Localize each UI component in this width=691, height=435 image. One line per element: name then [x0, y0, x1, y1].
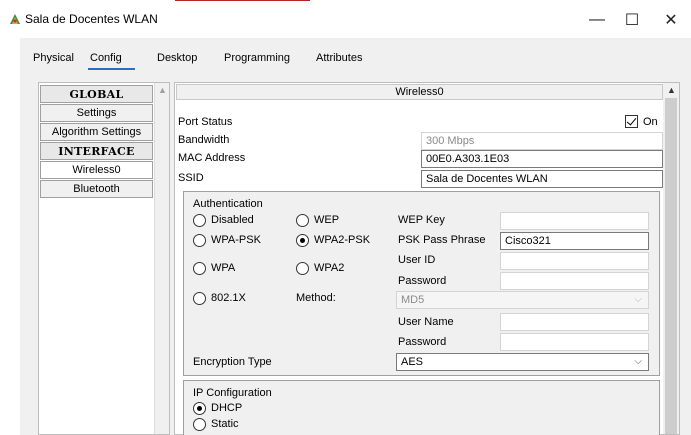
config-panel: Wireless0 Port Status On Bandwidth 300 M…: [174, 82, 680, 435]
wep-key-field: [500, 212, 649, 230]
bandwidth-field: 300 Mbps: [421, 132, 663, 150]
auth-disabled-radio[interactable]: [193, 214, 206, 227]
ip-configuration-group: IP Configuration DHCP Static: [183, 380, 660, 435]
sidebar-item-settings[interactable]: Settings: [40, 104, 153, 122]
encryption-type-select[interactable]: AES ⌵: [396, 353, 649, 371]
tab-attributes[interactable]: Attributes: [316, 52, 362, 64]
title-accent-line: [175, 0, 310, 1]
sidebar-item-bluetooth[interactable]: Bluetooth: [40, 180, 153, 198]
user-name-label: User Name: [398, 316, 454, 328]
mac-address-field[interactable]: 00E0.A303.1E03: [421, 150, 663, 168]
method-label: Method:: [296, 292, 336, 304]
port-status-checkbox[interactable]: [625, 115, 638, 128]
mac-address-label: MAC Address: [178, 152, 246, 164]
auth-8021x-label[interactable]: 802.1X: [211, 292, 246, 304]
tab-bar: Physical Config Desktop Programming Attr…: [20, 38, 691, 70]
tab-physical[interactable]: Physical: [33, 52, 74, 64]
user-name-field: [500, 313, 649, 331]
password2-label: Password: [398, 336, 447, 348]
auth-8021x-radio[interactable]: [193, 292, 206, 305]
sidebar-item-wireless0[interactable]: Wireless0: [40, 161, 153, 179]
encryption-type-label: Encryption Type: [193, 356, 272, 368]
sidebar-scrollbar[interactable]: ▲: [154, 83, 169, 434]
scroll-up-icon[interactable]: ▲: [158, 85, 167, 95]
close-button[interactable]: ✕: [651, 6, 691, 34]
authentication-group: Authentication Disabled WEP WPA-PSK WPA2…: [183, 191, 660, 376]
ip-configuration-label: IP Configuration: [193, 387, 272, 399]
user-id-field: [500, 252, 649, 270]
ip-dhcp-radio[interactable]: [193, 402, 206, 415]
auth-wpa-psk-label[interactable]: WPA-PSK: [211, 234, 261, 246]
authentication-label: Authentication: [193, 198, 263, 210]
tab-desktop[interactable]: Desktop: [157, 52, 197, 64]
auth-wpa2-radio[interactable]: [296, 262, 309, 275]
psk-pass-phrase-label: PSK Pass Phrase: [398, 234, 486, 246]
bandwidth-label: Bandwidth: [178, 134, 230, 146]
sidebar-header-interface: INTERFACE: [40, 142, 153, 160]
encryption-type-value: AES: [401, 356, 424, 368]
maximize-button[interactable]: ☐: [612, 6, 652, 34]
auth-wpa2-label[interactable]: WPA2: [314, 262, 344, 274]
method-select-value: MD5: [401, 294, 425, 306]
auth-wpa-radio[interactable]: [193, 262, 206, 275]
auth-wpa-label[interactable]: WPA: [211, 262, 235, 274]
minimize-button[interactable]: —: [577, 6, 617, 34]
scroll-up-icon[interactable]: ▲: [667, 85, 676, 95]
sidebar: GLOBAL Settings Algorithm Settings INTER…: [38, 82, 170, 435]
active-tab-indicator: [88, 68, 135, 70]
password-label: Password: [398, 275, 447, 287]
password2-field: [500, 333, 649, 351]
wep-key-label: WEP Key: [398, 214, 445, 226]
panel-scrollbar[interactable]: ▲: [663, 83, 679, 434]
user-id-label: User ID: [398, 254, 436, 266]
chevron-down-icon: ⌵: [634, 294, 642, 305]
port-status-on-label: On: [643, 116, 658, 128]
ip-static-radio[interactable]: [193, 418, 206, 431]
ssid-field[interactable]: Sala de Docentes WLAN: [421, 170, 663, 188]
chevron-down-icon[interactable]: ⌵: [634, 356, 642, 367]
auth-wep-radio[interactable]: [296, 214, 309, 227]
auth-disabled-label[interactable]: Disabled: [211, 214, 254, 226]
window-title: Sala de Docentes WLAN: [25, 12, 158, 26]
ssid-label: SSID: [178, 172, 204, 184]
auth-wpa-psk-radio[interactable]: [193, 234, 206, 247]
ip-static-label[interactable]: Static: [211, 418, 239, 430]
tab-config[interactable]: Config: [90, 52, 122, 64]
title-bar: Sala de Docentes WLAN — ☐ ✕: [0, 0, 691, 38]
tab-programming[interactable]: Programming: [224, 52, 290, 64]
sidebar-header-global: GLOBAL: [40, 85, 153, 103]
password-field: [500, 272, 649, 290]
psk-pass-phrase-field[interactable]: Cisco321: [500, 232, 649, 250]
method-select: MD5 ⌵: [396, 291, 649, 309]
ip-dhcp-label[interactable]: DHCP: [211, 402, 242, 414]
port-status-label: Port Status: [178, 116, 233, 128]
scrollbar-thumb[interactable]: [665, 98, 677, 434]
auth-wep-label[interactable]: WEP: [314, 214, 339, 226]
sidebar-item-algorithm-settings[interactable]: Algorithm Settings: [40, 123, 153, 141]
panel-header: Wireless0: [176, 84, 663, 100]
packet-tracer-icon: [10, 14, 20, 24]
auth-wpa2-psk-radio[interactable]: [296, 234, 309, 247]
auth-wpa2-psk-label[interactable]: WPA2-PSK: [314, 234, 370, 246]
